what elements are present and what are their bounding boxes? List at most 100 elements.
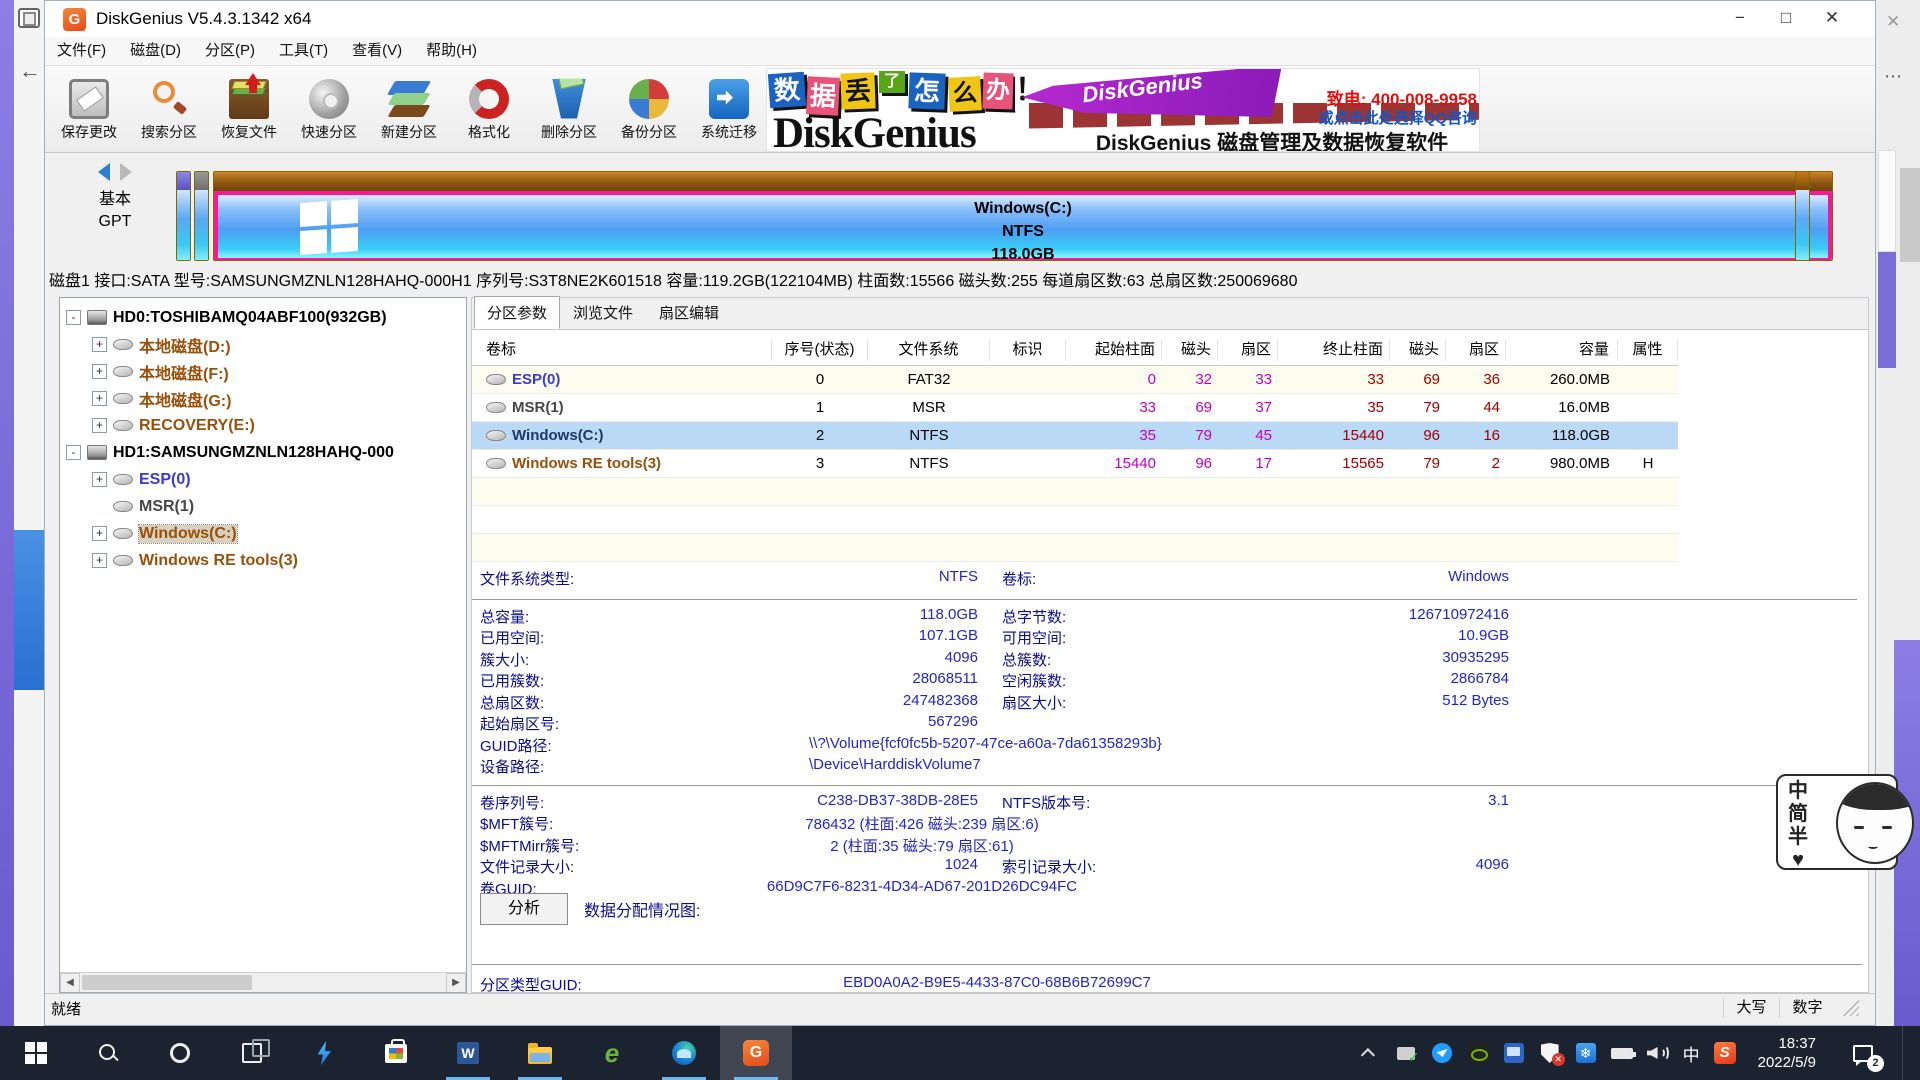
tree-item-local-g[interactable]: + 本地磁盘(G:) xyxy=(60,385,466,412)
backup-partition-button[interactable]: 备份分区 xyxy=(609,70,689,150)
tray-expand-button[interactable] xyxy=(1359,1042,1381,1064)
table-row-empty xyxy=(472,478,1678,506)
expand-icon[interactable]: + xyxy=(92,472,107,487)
table-row-windows-c-selected[interactable]: Windows(C:) 2 NTFS 35 79 45 15440 96 16 … xyxy=(472,422,1678,450)
collapse-icon[interactable]: - xyxy=(66,310,81,325)
task-view-button[interactable] xyxy=(216,1026,288,1080)
close-button[interactable]: ✕ xyxy=(1809,1,1855,37)
scrollbar-track[interactable] xyxy=(80,973,446,992)
taskbar-app-edge[interactable] xyxy=(648,1026,720,1080)
expand-icon[interactable]: + xyxy=(92,364,107,379)
search-partition-button[interactable]: 搜索分区 xyxy=(129,70,209,150)
tree-item-msr[interactable]: MSR(1) xyxy=(60,493,466,520)
menu-view[interactable]: 查看(V) xyxy=(340,37,414,65)
scrollbar-thumb[interactable] xyxy=(82,975,252,990)
menu-file[interactable]: 文件(F) xyxy=(45,37,118,65)
recover-files-icon xyxy=(229,79,269,119)
task-view-icon xyxy=(242,1043,262,1063)
tab-sector-edit[interactable]: 扇区编辑 xyxy=(646,296,732,329)
menu-help[interactable]: 帮助(H) xyxy=(414,37,489,65)
minimize-button[interactable]: − xyxy=(1717,1,1763,37)
tab-browse-files[interactable]: 浏览文件 xyxy=(560,296,646,329)
partition-sliver-msr[interactable] xyxy=(194,171,209,261)
taskbar-app-file-explorer[interactable] xyxy=(504,1026,576,1080)
banner-ad[interactable]: 数 据 丢 了 怎 么 办 ！ DiskGenius DiskGenius 致电… xyxy=(766,68,1480,152)
menu-tools[interactable]: 工具(T) xyxy=(267,37,340,65)
status-bar: 就绪 大写 数字 xyxy=(45,993,1875,1021)
table-row-esp[interactable]: ESP(0) 0 FAT32 0 32 33 33 69 36 260.0MB xyxy=(472,366,1678,394)
ime-status-widget[interactable]: 中 简 半 ♥ xyxy=(1776,774,1898,870)
background-window-left: ← xyxy=(14,0,44,1026)
tree-item-local-d[interactable]: + 本地磁盘(D:) xyxy=(60,331,466,358)
scroll-right-icon[interactable]: ▶ xyxy=(446,973,466,993)
search-icon xyxy=(97,1042,119,1064)
menu-disk[interactable]: 磁盘(D) xyxy=(118,37,193,65)
taskbar-app-thunder[interactable] xyxy=(288,1026,360,1080)
ime-mode-simplified[interactable]: 简 xyxy=(1788,803,1808,826)
format-button[interactable]: 格式化 xyxy=(449,70,529,150)
ime-mode-halfwidth[interactable]: 半 xyxy=(1788,826,1808,849)
table-row-msr[interactable]: MSR(1) 1 MSR 33 69 37 35 79 44 16.0MB xyxy=(472,394,1678,422)
partition-sliver-esp[interactable] xyxy=(176,171,191,261)
tray-volume[interactable] xyxy=(1647,1042,1669,1064)
taskbar-clock[interactable]: 18:37 2022/5/9 xyxy=(1758,1034,1816,1072)
tree-item-hd1[interactable]: - HD1:SAMSUNGMZNLN128HAHQ-000 xyxy=(60,439,466,466)
partition-detail-panel: 分区参数 浏览文件 扇区编辑 卷标 序号(状态) 文件系统 标识 起始柱面 磁头… xyxy=(471,297,1869,993)
tray-intel-graphics[interactable] xyxy=(1503,1042,1525,1064)
prev-disk-arrow-icon[interactable] xyxy=(98,163,110,181)
save-changes-button[interactable]: 保存更改 xyxy=(49,70,129,150)
banner-qq-link[interactable]: 或点击此处选择QQ咨询 xyxy=(1307,107,1477,128)
ime-heart-icon[interactable]: ♥ xyxy=(1788,849,1808,872)
quick-partition-button[interactable]: 快速分区 xyxy=(289,70,369,150)
delete-partition-button[interactable]: 删除分区 xyxy=(529,70,609,150)
expand-icon[interactable]: + xyxy=(92,391,107,406)
tree-item-recovery-e[interactable]: + RECOVERY(E:) xyxy=(60,412,466,439)
menu-partition[interactable]: 分区(P) xyxy=(193,37,267,65)
tray-defender[interactable]: ✕ xyxy=(1539,1042,1561,1064)
tree-item-esp[interactable]: + ESP(0) xyxy=(60,466,466,493)
table-row-windows-re-tools[interactable]: Windows RE tools(3) 3 NTFS 15440 96 17 1… xyxy=(472,450,1678,478)
volume-icon xyxy=(113,528,133,539)
tree-item-local-f[interactable]: + 本地磁盘(F:) xyxy=(60,358,466,385)
partition-sliver-re-tools[interactable] xyxy=(1795,171,1810,261)
tray-battery[interactable] xyxy=(1611,1042,1633,1064)
taskbar-app-diskgenius[interactable]: G xyxy=(720,1026,792,1080)
banner-subtitle: DiskGenius 磁盘管理及数据恢复软件 xyxy=(1067,127,1477,152)
cortana-button[interactable] xyxy=(144,1026,216,1080)
tree-item-windows-c[interactable]: + Windows(C:) xyxy=(60,520,466,547)
expand-icon[interactable]: + xyxy=(92,553,107,568)
show-desktop-button[interactable] xyxy=(1902,1026,1910,1080)
tray-nvidia[interactable] xyxy=(1467,1042,1489,1064)
partition-bar-windows-c[interactable]: Windows(C:) NTFS 118.0GB xyxy=(213,171,1833,261)
recover-files-button[interactable]: 恢复文件 xyxy=(209,70,289,150)
taskbar-app-store[interactable] xyxy=(360,1026,432,1080)
maximize-button[interactable]: □ xyxy=(1763,1,1809,37)
ime-mode-cn[interactable]: 中 xyxy=(1788,780,1808,803)
start-button[interactable] xyxy=(0,1026,72,1080)
tree-item-windows-re-tools[interactable]: + Windows RE tools(3) xyxy=(60,547,466,574)
next-disk-arrow-icon[interactable] xyxy=(120,163,132,181)
expand-icon[interactable]: + xyxy=(92,418,107,433)
tray-snowflake-app[interactable]: ❄ xyxy=(1575,1042,1597,1064)
taskbar-app-word[interactable]: W xyxy=(432,1026,504,1080)
ime-indicator[interactable]: 中 xyxy=(1683,1041,1700,1066)
action-center-button[interactable]: 2 xyxy=(1838,1026,1888,1080)
collapse-icon[interactable]: - xyxy=(66,445,81,460)
expand-icon[interactable]: + xyxy=(92,337,107,352)
tray-sogou[interactable]: S xyxy=(1714,1042,1736,1064)
expand-icon[interactable]: + xyxy=(92,526,107,541)
taskbar-app-browser-360[interactable]: e xyxy=(576,1026,648,1080)
scroll-left-icon[interactable]: ◀ xyxy=(60,973,80,993)
tray-printer[interactable] xyxy=(1395,1042,1417,1064)
resize-grip[interactable] xyxy=(1843,1000,1859,1016)
system-migration-button[interactable]: 系统迁移 xyxy=(689,70,769,150)
tree-horizontal-scrollbar[interactable]: ◀ ▶ xyxy=(60,972,466,992)
backup-icon xyxy=(629,79,669,119)
tree-item-hd0[interactable]: - HD0:TOSHIBAMQ04ABF100(932GB) xyxy=(60,304,466,331)
tray-dingtalk[interactable] xyxy=(1431,1042,1453,1064)
taskbar-search-button[interactable] xyxy=(72,1026,144,1080)
analyze-button[interactable]: 分析 xyxy=(480,893,568,925)
new-partition-button[interactable]: 新建分区 xyxy=(369,70,449,150)
tab-partition-params[interactable]: 分区参数 xyxy=(474,296,560,329)
defender-alert-badge: ✕ xyxy=(1552,1053,1565,1066)
